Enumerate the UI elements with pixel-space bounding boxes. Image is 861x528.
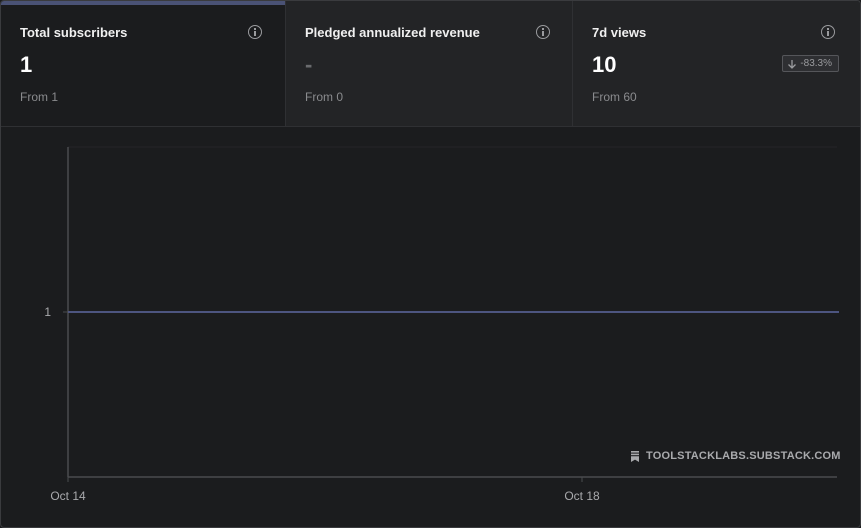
stat-previous: From 0: [305, 90, 344, 104]
stat-label: 7d views: [592, 25, 647, 40]
stats-panel: Total subscribers 1 From 1 Pledged annua…: [0, 0, 861, 528]
info-icon[interactable]: [248, 25, 262, 39]
y-tick-label: 1: [44, 305, 51, 319]
subscribers-chart: 1 Oct 14 Oct 18 TOOLSTACKLABS.SUBSTACK.COM: [1, 127, 860, 527]
change-value: -83.3%: [800, 58, 832, 69]
active-tab-indicator: [1, 1, 285, 5]
x-tick-label: Oct 18: [564, 489, 600, 503]
watermark: TOOLSTACKLABS.SUBSTACK.COM: [630, 450, 841, 462]
stat-label: Total subscribers: [20, 25, 128, 40]
stat-total-subscribers[interactable]: Total subscribers 1 From 1: [1, 1, 285, 126]
stat-7d-views[interactable]: 7d views 10 -83.3% From 60: [572, 1, 860, 126]
change-badge: -83.3%: [782, 55, 839, 72]
stat-value: 1: [20, 52, 33, 77]
stat-previous: From 1: [20, 90, 59, 104]
substack-logo-icon: [631, 450, 639, 462]
stat-label: Pledged annualized revenue: [305, 25, 480, 40]
stat-pledged-revenue[interactable]: Pledged annualized revenue - From 0: [285, 1, 572, 126]
stat-previous: From 60: [592, 90, 637, 104]
watermark-text: TOOLSTACKLABS.SUBSTACK.COM: [646, 450, 841, 462]
stat-value: 10: [592, 52, 617, 77]
x-tick-label: Oct 14: [50, 489, 86, 503]
info-icon[interactable]: [536, 25, 550, 39]
stats-row: Total subscribers 1 From 1 Pledged annua…: [1, 1, 860, 127]
stat-value: -: [305, 52, 313, 77]
info-icon[interactable]: [821, 25, 835, 39]
arrow-down-icon: [788, 59, 797, 69]
chart-canvas: 1 Oct 14 Oct 18: [44, 146, 839, 503]
